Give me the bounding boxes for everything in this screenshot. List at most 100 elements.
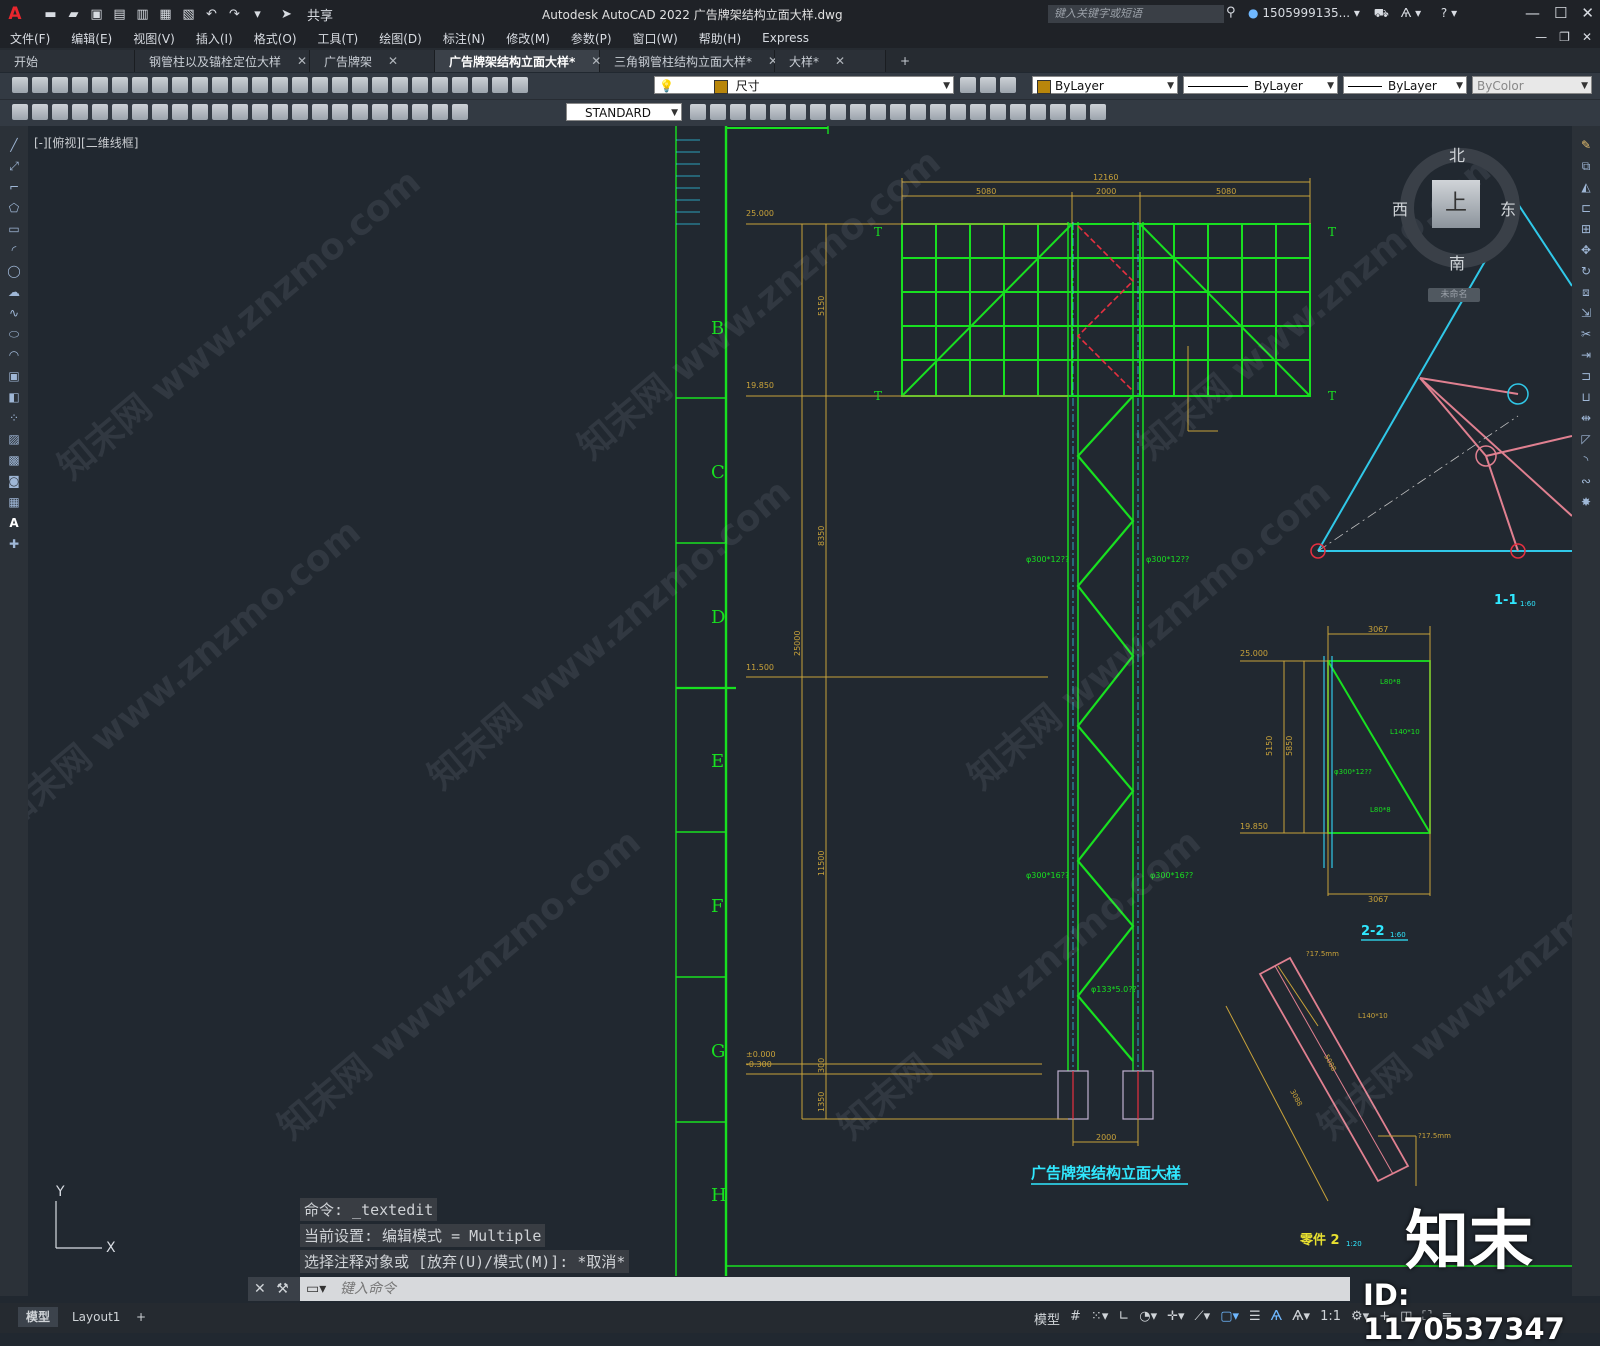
pan-icon[interactable] bbox=[292, 77, 308, 93]
move-icon[interactable]: ✥ bbox=[1578, 243, 1594, 257]
add-layout-button[interactable]: + bbox=[128, 1307, 154, 1327]
3d-wedge-icon[interactable] bbox=[730, 104, 746, 120]
ellipse-arc-icon[interactable]: ◠ bbox=[6, 348, 22, 362]
doc-minimize-icon[interactable]: — bbox=[1535, 30, 1547, 44]
hatch-icon[interactable]: ▨ bbox=[6, 432, 22, 446]
dim-aligned-icon[interactable] bbox=[92, 104, 108, 120]
command-input[interactable]: ▭▾ 键入命令 bbox=[300, 1277, 1350, 1301]
dim-continue-icon[interactable] bbox=[272, 104, 288, 120]
undo-icon[interactable]: ↶ bbox=[203, 6, 220, 23]
chamfer-icon[interactable]: ◸ bbox=[1578, 432, 1594, 446]
add-selected-icon[interactable]: ✚ bbox=[6, 537, 22, 551]
calculator-icon[interactable] bbox=[472, 77, 488, 93]
menu-tools[interactable]: 工具(T) bbox=[318, 30, 359, 47]
properties-icon[interactable] bbox=[372, 77, 388, 93]
loft-icon[interactable] bbox=[910, 104, 926, 120]
ellipse-icon[interactable]: ⬭ bbox=[6, 327, 22, 341]
block-icon[interactable] bbox=[12, 104, 28, 120]
blend-icon[interactable]: ∾ bbox=[1578, 474, 1594, 488]
isodraft-icon[interactable]: ⟋▾ bbox=[1195, 1309, 1211, 1328]
dim-angular-icon[interactable] bbox=[212, 104, 228, 120]
subtract-icon[interactable] bbox=[950, 104, 966, 120]
insert-block-icon[interactable]: ▣ bbox=[6, 369, 22, 383]
new-icon[interactable] bbox=[12, 77, 28, 93]
menu-express[interactable]: Express bbox=[762, 31, 809, 45]
share-button[interactable]: 共享 bbox=[307, 6, 333, 24]
minimize-icon[interactable]: — bbox=[1525, 4, 1540, 22]
layout1-tab[interactable]: Layout1 bbox=[64, 1307, 128, 1327]
flatshot-icon[interactable] bbox=[1090, 104, 1106, 120]
annotation-scale[interactable]: 1:1 bbox=[1320, 1309, 1341, 1328]
region-icon[interactable]: ◙ bbox=[6, 474, 22, 488]
dim-ordinate-icon[interactable] bbox=[132, 104, 148, 120]
tolerance-icon[interactable] bbox=[332, 104, 348, 120]
new-tab-button[interactable]: + bbox=[886, 50, 926, 72]
dim-linear-icon[interactable] bbox=[72, 104, 88, 120]
revolve-icon[interactable] bbox=[870, 104, 886, 120]
copy-icon[interactable] bbox=[172, 77, 188, 93]
plotstyle-combo[interactable]: ByColor ▼ bbox=[1472, 76, 1592, 94]
drawing-canvas[interactable]: [-][俯视][二维线框] B C D E F G H 12160 5080 2… bbox=[28, 126, 1572, 1296]
layer-previous-icon[interactable] bbox=[980, 77, 996, 93]
viewcube-top-face[interactable]: 上 bbox=[1432, 180, 1480, 228]
print-icon[interactable] bbox=[72, 77, 88, 93]
layer-properties-icon[interactable] bbox=[512, 77, 528, 93]
3d-cylinder-icon[interactable] bbox=[790, 104, 806, 120]
stretch-icon[interactable]: ⇲ bbox=[1578, 306, 1594, 320]
tab-close-icon[interactable]: ✕ bbox=[388, 54, 398, 68]
make-current-icon[interactable] bbox=[960, 77, 976, 93]
menu-view[interactable]: 视图(V) bbox=[133, 30, 175, 47]
extrude-icon[interactable] bbox=[850, 104, 866, 120]
block-editor-icon[interactable] bbox=[232, 77, 248, 93]
command-recent-icon[interactable]: ▭▾ bbox=[306, 1277, 326, 1301]
copy-object-icon[interactable]: ⧉ bbox=[1578, 159, 1594, 173]
presspull-icon[interactable] bbox=[990, 104, 1006, 120]
new-file-icon[interactable]: ▬ bbox=[42, 6, 59, 23]
polar-icon[interactable]: ◔▾ bbox=[1139, 1309, 1157, 1328]
viewcube-south[interactable]: 南 bbox=[1449, 250, 1465, 274]
break-icon[interactable]: ⊔ bbox=[1578, 390, 1594, 404]
circle-icon[interactable]: ◯ bbox=[6, 264, 22, 278]
erase-icon[interactable]: ✎ bbox=[1578, 138, 1594, 152]
dwf-icon[interactable] bbox=[132, 77, 148, 93]
tool-palettes-icon[interactable] bbox=[412, 77, 428, 93]
tab-close-icon[interactable]: ✕ bbox=[297, 54, 307, 68]
rectangle-icon[interactable]: ▭ bbox=[6, 222, 22, 236]
quick-dim-icon[interactable] bbox=[232, 104, 248, 120]
explode-icon[interactable]: ✸ bbox=[1578, 495, 1594, 509]
sweep-icon[interactable] bbox=[890, 104, 906, 120]
lineweight-combo[interactable]: ByLayer ▼ bbox=[1343, 76, 1467, 94]
viewcube-north[interactable]: 北 bbox=[1449, 142, 1465, 166]
rotate-icon[interactable]: ↻ bbox=[1578, 264, 1594, 278]
section-icon[interactable] bbox=[1010, 104, 1026, 120]
command-customize-icon[interactable]: ⚒ bbox=[276, 1281, 289, 1297]
wcs-menu[interactable]: 未命名 bbox=[1428, 288, 1480, 302]
offset-icon[interactable]: ⊏ bbox=[1578, 201, 1594, 215]
autocad-logo-icon[interactable]: A bbox=[0, 0, 30, 28]
3d-sphere-icon[interactable] bbox=[770, 104, 786, 120]
center-mark-icon[interactable] bbox=[352, 104, 368, 120]
dim-diameter-icon[interactable] bbox=[192, 104, 208, 120]
model-space-button[interactable]: 模型 bbox=[1034, 1309, 1060, 1328]
open-web-icon[interactable]: ▥ bbox=[134, 6, 151, 23]
model-tab[interactable]: 模型 bbox=[18, 1307, 59, 1327]
grid-icon[interactable]: # bbox=[1070, 1309, 1081, 1328]
spline-icon[interactable]: ∿ bbox=[6, 306, 22, 320]
maximize-icon[interactable]: ☐ bbox=[1554, 4, 1567, 22]
viewcube-east[interactable]: 东 bbox=[1500, 196, 1516, 220]
dim-style-icon[interactable] bbox=[690, 104, 706, 120]
tab-doc-4[interactable]: 三角钢管柱结构立面大样* ✕ bbox=[600, 50, 778, 72]
join-icon[interactable]: ⇹ bbox=[1578, 411, 1594, 425]
osnap-icon[interactable]: ▢▾ bbox=[1220, 1309, 1239, 1328]
menu-parametric[interactable]: 参数(P) bbox=[571, 30, 612, 47]
publish-icon[interactable] bbox=[112, 77, 128, 93]
autoscale-icon[interactable]: Ѧ▾ bbox=[1292, 1309, 1310, 1328]
break-at-point-icon[interactable]: ⊐ bbox=[1578, 369, 1594, 383]
save-as-icon[interactable]: ▤ bbox=[111, 6, 128, 23]
paste-icon[interactable] bbox=[192, 77, 208, 93]
viewcube-west[interactable]: 西 bbox=[1392, 196, 1408, 220]
tab-doc-5[interactable]: 大样* ✕ bbox=[775, 50, 886, 72]
lineweight-icon[interactable]: ☰ bbox=[1249, 1309, 1261, 1328]
undo-icon[interactable] bbox=[252, 77, 268, 93]
user-account[interactable]: ● 1505999135... ▾ ⛟ Ѧ ▾ ? ▾ bbox=[1248, 6, 1457, 22]
